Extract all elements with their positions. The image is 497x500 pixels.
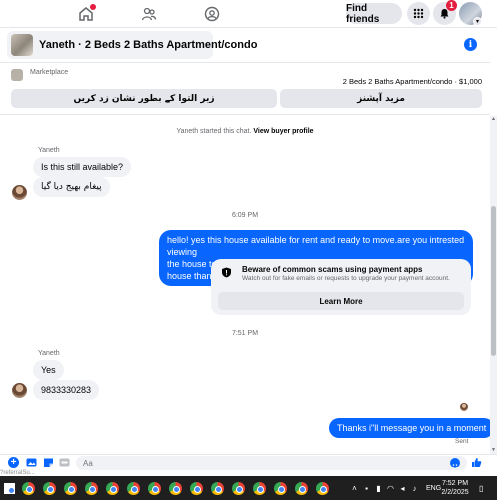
- chrome-icon[interactable]: [85, 482, 98, 495]
- marketplace-strip: Marketplace 2 Beds 2 Baths Apartment/con…: [0, 63, 490, 115]
- groups-icon[interactable]: [140, 5, 158, 23]
- folder-icon[interactable]: ▪: [362, 484, 371, 493]
- thumbs-up-icon[interactable]: [471, 457, 482, 468]
- notification-center-icon[interactable]: ▯: [479, 484, 488, 493]
- chrome-icon[interactable]: [211, 482, 224, 495]
- chrome-icon[interactable]: [169, 482, 182, 495]
- chrome-icon[interactable]: [295, 482, 308, 495]
- message-composer: +: [0, 454, 497, 470]
- system-tray: ˄ ▪ ▮ ◠ ◂ ♪ ENG: [350, 480, 441, 496]
- volume-icon[interactable]: ◂: [398, 484, 407, 493]
- chrome-icon[interactable]: [232, 482, 245, 495]
- chat-title: Yaneth · 2 Beds 2 Baths Apartment/condo: [39, 39, 258, 51]
- chrome-icon[interactable]: [316, 482, 329, 495]
- incoming-message[interactable]: پیغام بھیج دیا گیا: [33, 177, 110, 197]
- chat-header: Yaneth · 2 Beds 2 Baths Apartment/condo …: [0, 28, 490, 63]
- info-icon[interactable]: i: [464, 38, 477, 51]
- home-icon[interactable]: [77, 4, 96, 23]
- sender-avatar[interactable]: [12, 185, 27, 200]
- warning-subtitle: Watch out for fake emails or requests to…: [242, 275, 450, 282]
- sticker-icon[interactable]: [43, 457, 54, 468]
- grid-menu-icon[interactable]: [407, 2, 430, 25]
- system-clock[interactable]: 7:52 PM 2/2/2025: [438, 479, 472, 497]
- chrome-icon[interactable]: [274, 482, 287, 495]
- shield-alert-icon: [220, 266, 232, 278]
- learn-more-button[interactable]: Learn More: [218, 292, 464, 310]
- listing-thumbnail: [11, 34, 33, 56]
- emoji-icon[interactable]: [450, 458, 460, 469]
- chrome-icon[interactable]: [148, 482, 161, 495]
- mark-as-pending-button[interactable]: زیر التوا کے بطور نشان زد کریں: [11, 89, 277, 108]
- chrome-icon[interactable]: [190, 482, 203, 495]
- outgoing-message-line: hello! yes this house available for rent…: [167, 235, 465, 257]
- incoming-message[interactable]: Is this still available?: [33, 157, 132, 177]
- incoming-message[interactable]: Yes: [33, 360, 64, 380]
- warning-title: Beware of common scams using payment app…: [242, 265, 423, 274]
- notification-badge: 1: [446, 0, 457, 11]
- speaker-icon[interactable]: ♪: [410, 484, 419, 493]
- timestamp: 6:09 PM: [231, 212, 259, 219]
- sender-avatar[interactable]: [12, 383, 27, 398]
- scroll-down-arrow-icon[interactable]: ▼: [490, 447, 497, 454]
- image-icon[interactable]: [26, 457, 37, 468]
- scrollbar-thumb[interactable]: [491, 206, 496, 356]
- clock-date: 2/2/2025: [441, 489, 469, 496]
- clock-time: 7:52 PM: [441, 480, 469, 487]
- plus-icon[interactable]: +: [8, 457, 19, 468]
- sender-name: Yaneth: [38, 147, 60, 154]
- chevron-down-icon[interactable]: ▾: [473, 17, 482, 26]
- more-options-button[interactable]: مزید آپشنز: [280, 89, 482, 108]
- listing-summary[interactable]: 2 Beds 2 Baths Apartment/condo · $1,000: [343, 77, 482, 86]
- marketplace-label: Marketplace: [30, 69, 69, 76]
- sender-name: Yaneth: [38, 350, 60, 357]
- chrome-icon[interactable]: [43, 482, 56, 495]
- message-thread: Yaneth started this chat. View buyer pro…: [0, 116, 490, 454]
- marketplace-thumbnail: [11, 69, 23, 81]
- chat-started-text: Yaneth started this chat.: [176, 128, 252, 135]
- windows-taskbar: ˄ ▪ ▮ ◠ ◂ ♪ ENG 7:52 PM 2/2/2025 ▯: [0, 476, 497, 500]
- battery-icon[interactable]: ▮: [374, 484, 383, 493]
- wifi-icon[interactable]: ◠: [386, 484, 395, 493]
- chat-title-pill[interactable]: Yaneth · 2 Beds 2 Baths Apartment/condo: [7, 31, 257, 59]
- scroll-up-arrow-icon[interactable]: ▲: [490, 116, 497, 123]
- chrome-icon[interactable]: [22, 482, 35, 495]
- home-notification-dot: [90, 4, 96, 10]
- windows-start-icon[interactable]: [4, 483, 15, 494]
- top-navigation: Find friends 1 ▾: [0, 0, 497, 28]
- incoming-message[interactable]: 9833330283: [33, 380, 100, 400]
- profile-icon[interactable]: [203, 5, 221, 23]
- gif-icon[interactable]: [59, 457, 70, 468]
- view-buyer-profile-link[interactable]: View buyer profile: [253, 128, 313, 135]
- sent-status: Sent: [455, 438, 469, 445]
- scrollbar[interactable]: ▲ ▼: [490, 116, 497, 454]
- timestamp: 7:51 PM: [231, 330, 259, 337]
- message-input[interactable]: [76, 456, 467, 470]
- chat-started-notice: Yaneth started this chat. View buyer pro…: [0, 128, 490, 135]
- chrome-icon[interactable]: [127, 482, 140, 495]
- chrome-icon[interactable]: [64, 482, 77, 495]
- chrome-icon[interactable]: [253, 482, 266, 495]
- chevron-up-icon[interactable]: ˄: [350, 484, 359, 493]
- read-receipt-avatar: [460, 403, 468, 411]
- outgoing-message[interactable]: Thanks i"ll message you in a moment: [329, 418, 490, 438]
- chrome-icon[interactable]: [106, 482, 119, 495]
- find-friends-button[interactable]: Find friends: [346, 3, 402, 25]
- scam-warning-card: Beware of common scams using payment app…: [211, 259, 471, 315]
